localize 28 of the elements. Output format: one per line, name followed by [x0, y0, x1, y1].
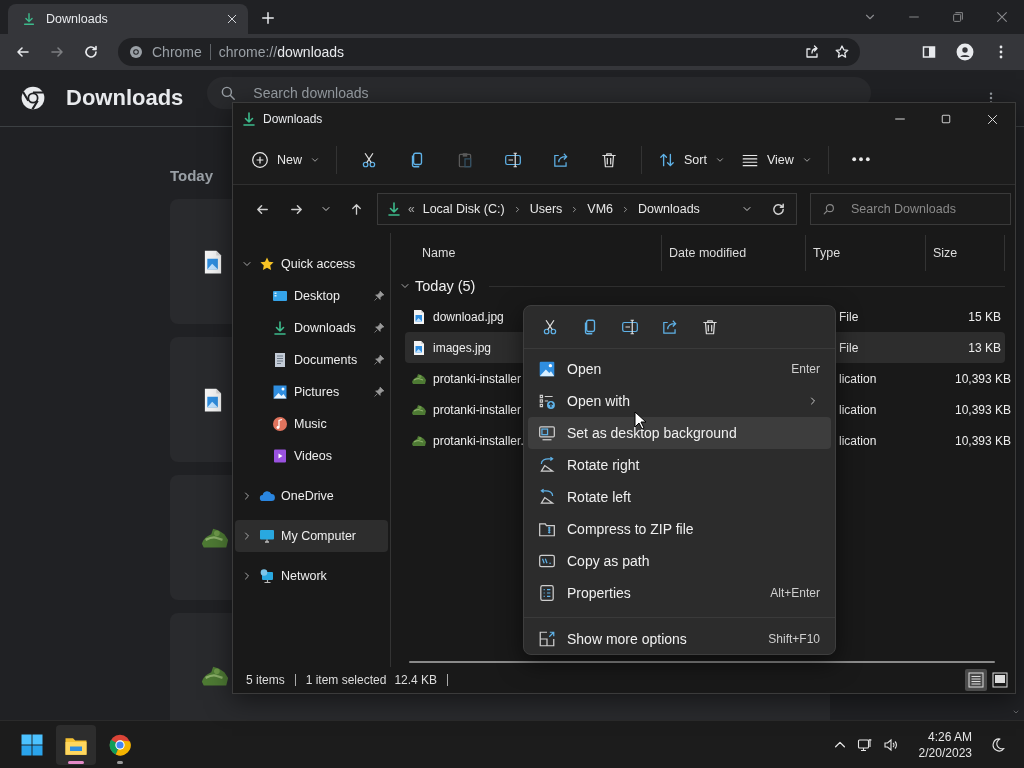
file-size: 15 KB: [968, 309, 1001, 324]
selection-size: 12.4 KB: [394, 673, 438, 687]
shortcut-text: Shift+F10: [768, 632, 821, 646]
site-label: Chrome: [152, 44, 211, 60]
file-size: 10,393 KB: [955, 371, 1012, 386]
file-size: 10,393 KB: [955, 433, 1012, 448]
url-text: chrome://downloads: [218, 44, 345, 60]
file-name: protanki-installer: [433, 402, 522, 417]
file-type: File: [839, 340, 859, 355]
shortcut-text: Alt+Enter: [770, 586, 821, 601]
file-type: lication: [839, 402, 877, 417]
file-size: 10,393 KB: [955, 402, 1012, 417]
shortcut-text: Enter: [791, 362, 821, 377]
tab-title: Downloads: [46, 12, 109, 26]
file-size: 13 KB: [968, 340, 1001, 355]
window-title: Downloads: [263, 112, 323, 126]
item-count: 5 items: [246, 673, 285, 687]
file-name: protanki-installer: [433, 371, 522, 386]
file-name: download.jpg: [433, 309, 504, 324]
group-heading: Today (5): [415, 278, 476, 294]
file-type: lication: [839, 371, 877, 386]
file-type: File: [839, 309, 859, 324]
section-heading: Today: [170, 167, 214, 186]
selection-count: 1 item selected: [305, 673, 387, 687]
page-title: Downloads: [66, 85, 184, 111]
file-name: images.jpg: [433, 340, 492, 355]
file-name: protanki-installer.: [433, 433, 524, 448]
file-type: lication: [839, 433, 877, 448]
